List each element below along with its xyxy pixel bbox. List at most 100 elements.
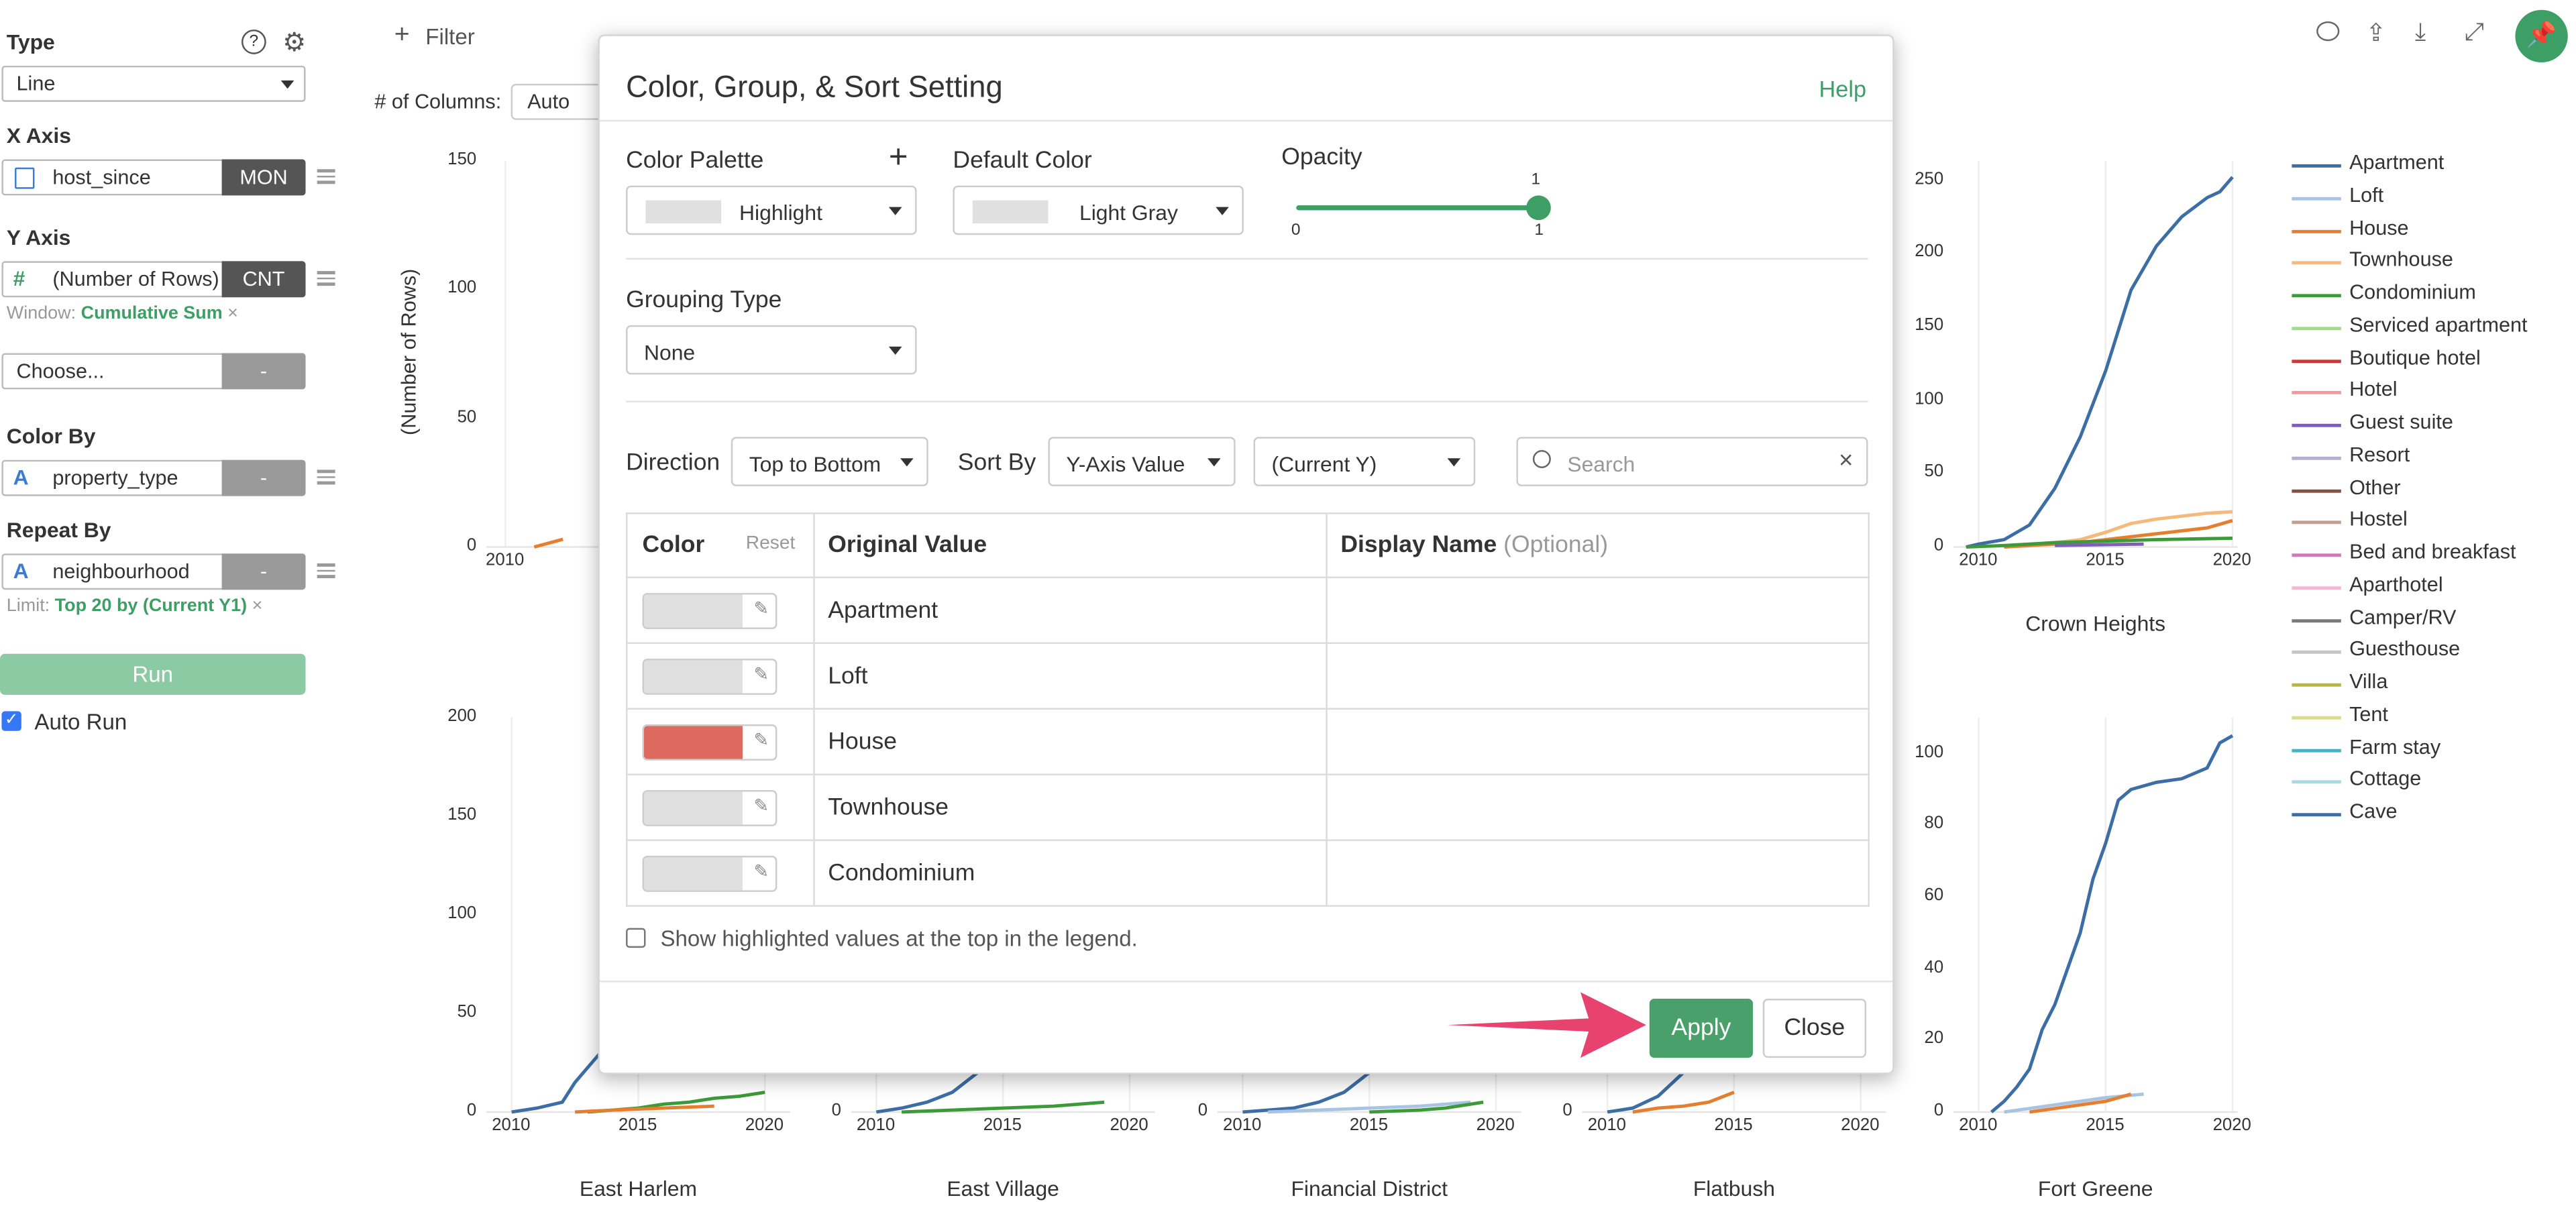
legend-label: Loft xyxy=(2349,183,2384,207)
window-remove-icon[interactable]: × xyxy=(227,304,238,323)
legend-swatch xyxy=(2292,294,2341,298)
run-button[interactable]: Run xyxy=(0,653,306,695)
highlight-top-checkbox[interactable] xyxy=(626,928,646,948)
y-axis-field[interactable]: # (Number of Rows) CNT xyxy=(1,261,306,298)
plus-icon[interactable]: + xyxy=(394,21,410,51)
legend-swatch xyxy=(2292,391,2341,395)
direction-value: Top to Bottom xyxy=(749,451,881,477)
divider xyxy=(626,400,1868,403)
comment-icon[interactable] xyxy=(2316,21,2340,42)
limit-value-link[interactable]: Top 20 by (Current Y1) xyxy=(55,596,247,616)
x-tick-label: 2015 xyxy=(619,1115,657,1136)
opacity-handle[interactable] xyxy=(1526,195,1551,221)
extra-measure-field[interactable]: Choose... - xyxy=(1,353,306,390)
legend-label: Farm stay xyxy=(2349,734,2441,759)
auto-run-label: Auto Run xyxy=(34,709,127,734)
expand-icon[interactable]: ⤢ xyxy=(2464,18,2483,46)
pencil-icon: ✎ xyxy=(753,795,769,816)
x-tick-label: 2015 xyxy=(1714,1115,1753,1136)
dialog-title: Color, Group, & Sort Setting xyxy=(626,68,1003,104)
x-tick-label: 2015 xyxy=(1349,1115,1389,1136)
pin-icon[interactable]: 📌 xyxy=(2515,9,2568,63)
x-tick-label: 2010 xyxy=(486,550,525,570)
direction-select[interactable]: Top to Bottom xyxy=(731,437,928,486)
x-tick-label: 2020 xyxy=(2212,1115,2251,1136)
x-tick-label: 2010 xyxy=(492,1115,531,1136)
x-axis-field[interactable]: host_since MON xyxy=(1,159,306,196)
clear-search-icon[interactable]: × xyxy=(1839,447,1853,475)
x-axis-menu-icon[interactable] xyxy=(317,166,335,186)
reset-colors-link[interactable]: Reset xyxy=(746,534,796,553)
display-name-cell[interactable] xyxy=(1326,642,1870,710)
color-by-menu-icon[interactable] xyxy=(317,467,335,488)
color-picker-button[interactable]: ✎ xyxy=(642,854,777,891)
limit-remove-icon[interactable]: × xyxy=(252,596,263,616)
apply-button[interactable]: Apply xyxy=(1649,998,1754,1058)
default-color-value: Light Gray xyxy=(1079,200,1178,225)
y-axis-menu-icon[interactable] xyxy=(317,268,335,288)
auto-run-checkbox[interactable]: ✓ xyxy=(1,711,21,731)
display-name-cell[interactable] xyxy=(1326,708,1870,775)
color-swatch xyxy=(644,791,743,824)
legend-label: Bed and breakfast xyxy=(2349,540,2516,564)
help-circle-icon[interactable]: ? xyxy=(241,30,266,54)
original-value-cell: Loft xyxy=(813,642,1328,710)
y-tick-label: 0 xyxy=(1562,1100,1572,1121)
download-icon[interactable]: ⤓ xyxy=(2415,18,2426,46)
chart-type-select[interactable]: Line xyxy=(1,65,306,102)
legend-swatch xyxy=(2292,197,2341,201)
repeat-by-agg-button[interactable]: - xyxy=(221,553,306,590)
legend-label: Hostel xyxy=(2349,508,2408,531)
default-color-select[interactable]: Light Gray xyxy=(953,185,1244,235)
sort-target-select[interactable]: (Current Y) xyxy=(1253,437,1476,486)
display-name-title: Display Name xyxy=(1340,532,1497,559)
y-tick-label: 0 xyxy=(1933,1100,1944,1121)
facet-title: East Harlem xyxy=(579,1176,698,1201)
y-axis-agg-button[interactable]: CNT xyxy=(221,261,306,298)
display-name-cell[interactable] xyxy=(1326,576,1870,645)
search-input[interactable]: Search × xyxy=(1516,437,1868,486)
series-line-apartment xyxy=(875,1071,979,1114)
color-picker-button[interactable]: ✎ xyxy=(642,592,777,628)
default-color-label: Default Color xyxy=(953,148,1092,174)
display-name-cell[interactable] xyxy=(1326,773,1870,841)
color-swatch xyxy=(644,594,743,627)
grouping-select[interactable]: None xyxy=(626,325,917,375)
legend-label: Cottage xyxy=(2349,767,2422,791)
help-link[interactable]: Help xyxy=(1819,76,1867,102)
display-name-cell[interactable] xyxy=(1326,839,1870,907)
color-by-field[interactable]: A property_type - xyxy=(1,459,306,496)
x-tick-label: 2015 xyxy=(2086,550,2125,570)
opacity-slider[interactable] xyxy=(1296,195,1551,221)
table-row: ✎ Loft xyxy=(626,642,1870,710)
legend-swatch xyxy=(2292,748,2341,752)
highlight-top-label: Show highlighted values at the top in th… xyxy=(660,926,1138,951)
color-picker-button[interactable]: ✎ xyxy=(642,657,777,694)
add-palette-icon[interactable]: + xyxy=(889,140,908,177)
y-tick-label: 50 xyxy=(457,1001,477,1022)
columns-select[interactable]: Auto xyxy=(511,83,610,120)
gear-icon[interactable]: ⚙ xyxy=(282,26,306,59)
filter-button[interactable]: Filter xyxy=(425,25,474,50)
x-tick-label: 2020 xyxy=(1476,1115,1515,1136)
palette-select[interactable]: Highlight xyxy=(626,185,917,235)
repeat-by-field-name: neighbourhood xyxy=(52,560,190,584)
repeat-by-field[interactable]: A neighbourhood - xyxy=(1,553,306,590)
color-picker-button[interactable]: ✎ xyxy=(642,723,777,760)
close-button[interactable]: Close xyxy=(1762,998,1867,1058)
upload-icon[interactable]: ⇪ xyxy=(2366,18,2387,48)
color-picker-button[interactable]: ✎ xyxy=(642,789,777,826)
color-by-agg-button[interactable]: - xyxy=(221,459,306,496)
extra-measure-agg-button[interactable]: - xyxy=(221,353,306,390)
opacity-label: Opacity xyxy=(1281,144,1362,171)
window-value-link[interactable]: Cumulative Sum xyxy=(81,304,223,323)
repeat-by-menu-icon[interactable] xyxy=(317,560,335,581)
color-column-header: Color Reset xyxy=(626,512,815,579)
color-by-title: Color By xyxy=(6,423,96,449)
x-axis-agg-button[interactable]: MON xyxy=(221,159,306,196)
pencil-icon: ✎ xyxy=(753,730,769,750)
color-cell: ✎ xyxy=(626,839,815,907)
facet-title: Flatbush xyxy=(1693,1176,1775,1201)
sort-by-select[interactable]: Y-Axis Value xyxy=(1048,437,1236,486)
grouping-value: None xyxy=(644,339,696,365)
